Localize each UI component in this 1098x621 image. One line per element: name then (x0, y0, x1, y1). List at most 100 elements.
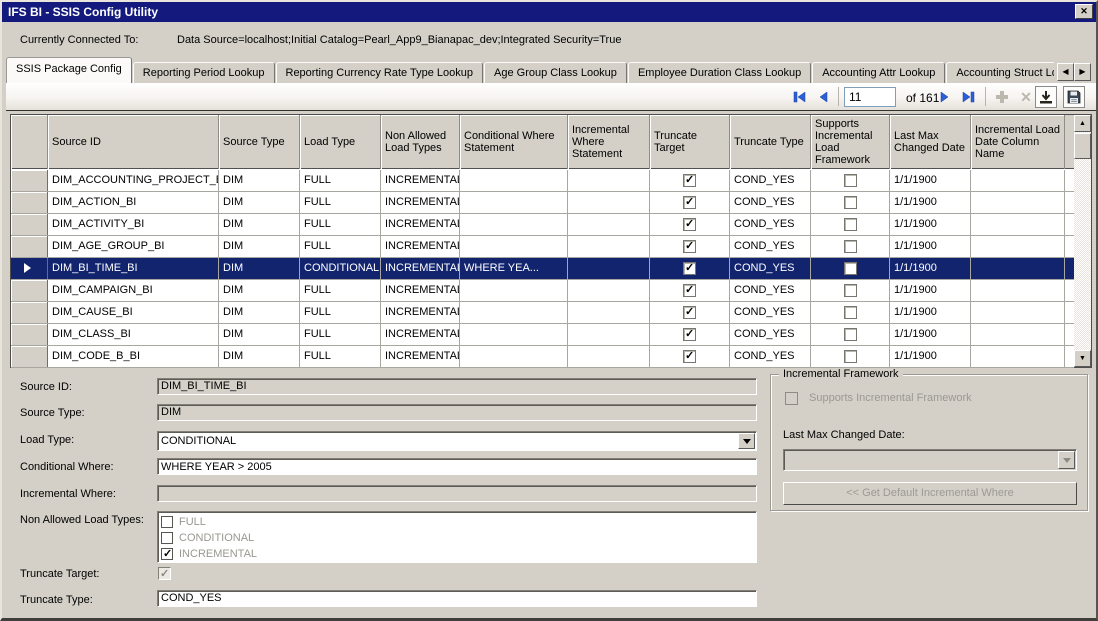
tab-age-group-class-lookup[interactable]: Age Group Class Lookup (484, 62, 627, 83)
cell-source_id[interactable]: DIM_CLASS_BI (48, 324, 219, 345)
table-row[interactable]: DIM_ACCOUNTING_PROJECT_BIDIMFULLINCREMEN… (11, 170, 1074, 192)
table-row[interactable]: DIM_CAMPAIGN_BIDIMFULLINCREMENTALCOND_YE… (11, 280, 1074, 302)
truncate-target-checkbox[interactable] (683, 284, 696, 297)
cell-inc_col[interactable] (971, 236, 1065, 257)
supports-ilf-checkbox[interactable] (844, 196, 857, 209)
cell-cond_where[interactable] (460, 192, 568, 213)
cell-truncate_type[interactable]: COND_YES (730, 214, 811, 235)
tab-reporting-period-lookup[interactable]: Reporting Period Lookup (133, 62, 275, 83)
cell-cond_where[interactable] (460, 280, 568, 301)
cell-inc_col[interactable] (971, 280, 1065, 301)
cell-source_id[interactable]: DIM_AGE_GROUP_BI (48, 236, 219, 257)
cell-supports[interactable] (811, 280, 890, 301)
cell-non_allowed[interactable]: INCREMENTAL (381, 346, 460, 367)
grid-header-incremental-load-date-column-name[interactable]: Incremental Load Date Column Name (971, 115, 1065, 169)
row-selector[interactable] (11, 170, 48, 191)
cell-cond_where[interactable]: WHERE YEA... (460, 258, 568, 279)
nav-next-button[interactable] (933, 86, 955, 108)
download-config-button[interactable] (1035, 86, 1057, 108)
cell-inc_col[interactable] (971, 170, 1065, 191)
load-type-select[interactable]: CONDITIONAL (157, 431, 757, 451)
cell-load_type[interactable]: FULL (300, 170, 381, 191)
list-item-full[interactable]: FULL (161, 514, 756, 530)
cell-truncate_type[interactable]: COND_YES (730, 302, 811, 323)
cell-truncate_target[interactable] (650, 324, 730, 345)
cell-supports[interactable] (811, 170, 890, 191)
cell-load_type[interactable]: FULL (300, 324, 381, 345)
row-selector[interactable] (11, 236, 48, 257)
tab-ssis-package-config[interactable]: SSIS Package Config (6, 57, 132, 83)
cell-non_allowed[interactable]: INCREMENTAL (381, 302, 460, 323)
cell-last_max[interactable]: 1/1/1900 (890, 258, 971, 279)
grid-header-source-id[interactable]: Source ID (48, 115, 219, 169)
cell-truncate_target[interactable] (650, 346, 730, 367)
cell-inc_where[interactable] (568, 236, 650, 257)
cell-inc_where[interactable] (568, 214, 650, 235)
close-button[interactable]: ✕ (1075, 4, 1093, 19)
grid-header-source-type[interactable]: Source Type (219, 115, 300, 169)
truncate-target-checkbox[interactable] (158, 567, 171, 580)
row-selector[interactable] (11, 192, 48, 213)
cell-supports[interactable] (811, 214, 890, 235)
cell-source_type[interactable]: DIM (219, 302, 300, 323)
cell-load_type[interactable]: FULL (300, 192, 381, 213)
scrollbar-up-icon[interactable]: ▲ (1074, 115, 1091, 132)
cell-source_id[interactable]: DIM_CAMPAIGN_BI (48, 280, 219, 301)
table-row[interactable]: DIM_CODE_B_BIDIMFULLINCREMENTALCOND_YES1… (11, 346, 1074, 368)
grid-header-last-max-changed-date[interactable]: Last Max Changed Date (890, 115, 971, 169)
cell-truncate_type[interactable]: COND_YES (730, 324, 811, 345)
cell-non_allowed[interactable]: INCREMENTAL (381, 192, 460, 213)
conditional-checkbox[interactable] (161, 532, 173, 544)
cell-truncate_target[interactable] (650, 170, 730, 191)
truncate-target-checkbox[interactable] (683, 262, 696, 275)
supports-ilf-checkbox[interactable] (844, 262, 857, 275)
table-row[interactable]: DIM_CAUSE_BIDIMFULLINCREMENTALCOND_YES1/… (11, 302, 1074, 324)
supports-ilf-checkbox[interactable] (844, 174, 857, 187)
row-selector[interactable] (11, 346, 48, 367)
cell-supports[interactable] (811, 324, 890, 345)
cell-truncate_type[interactable]: COND_YES (730, 280, 811, 301)
grid-header-non-allowed-load-types[interactable]: Non Allowed Load Types (381, 115, 460, 169)
cell-load_type[interactable]: FULL (300, 214, 381, 235)
cell-source_type[interactable]: DIM (219, 214, 300, 235)
list-item-conditional[interactable]: CONDITIONAL (161, 530, 756, 546)
cell-cond_where[interactable] (460, 324, 568, 345)
cell-inc_where[interactable] (568, 324, 650, 345)
save-button[interactable] (1063, 86, 1085, 108)
cell-non_allowed[interactable]: INCREMENTAL (381, 324, 460, 345)
cell-inc_col[interactable] (971, 324, 1065, 345)
tab-accounting-attr-lookup[interactable]: Accounting Attr Lookup (812, 62, 945, 83)
grid-header-incremental-where-statement[interactable]: Incremental Where Statement (568, 115, 650, 169)
supports-ilf-checkbox[interactable] (844, 240, 857, 253)
cell-non_allowed[interactable]: INCREMENTAL (381, 258, 460, 279)
cell-source_id[interactable]: DIM_ACCOUNTING_PROJECT_BI (48, 170, 219, 191)
cell-source_id[interactable]: DIM_CAUSE_BI (48, 302, 219, 323)
cell-truncate_type[interactable]: COND_YES (730, 192, 811, 213)
cell-truncate_target[interactable] (650, 236, 730, 257)
cell-last_max[interactable]: 1/1/1900 (890, 346, 971, 367)
cell-truncate_type[interactable]: COND_YES (730, 346, 811, 367)
full-checkbox[interactable] (161, 516, 173, 528)
cell-cond_where[interactable] (460, 236, 568, 257)
cell-inc_where[interactable] (568, 258, 650, 279)
supports-ilf-checkbox[interactable] (844, 350, 857, 363)
scrollbar-thumb[interactable] (1074, 133, 1091, 159)
cell-source_type[interactable]: DIM (219, 324, 300, 345)
grid-header-truncate-type[interactable]: Truncate Type (730, 115, 811, 169)
cell-supports[interactable] (811, 192, 890, 213)
table-row[interactable]: DIM_BI_TIME_BIDIMCONDITIONALINCREMENTALW… (11, 258, 1074, 280)
load-type-dropdown-button[interactable] (738, 433, 755, 449)
cell-inc_where[interactable] (568, 280, 650, 301)
grid-header-load-type[interactable]: Load Type (300, 115, 381, 169)
cell-truncate_target[interactable] (650, 214, 730, 235)
grid-header-conditional-where-statement[interactable]: Conditional Where Statement (460, 115, 568, 169)
cell-inc_where[interactable] (568, 170, 650, 191)
truncate-target-checkbox[interactable] (683, 240, 696, 253)
nav-previous-button[interactable] (813, 86, 835, 108)
cell-inc_col[interactable] (971, 192, 1065, 213)
tab-scroll-right-button[interactable]: ▶ (1074, 63, 1091, 81)
cell-inc_where[interactable] (568, 346, 650, 367)
truncate-target-checkbox[interactable] (683, 328, 696, 341)
get-default-incremental-where-button[interactable]: << Get Default Incremental Where (783, 482, 1077, 505)
truncate-type-field[interactable]: COND_YES (157, 590, 757, 607)
